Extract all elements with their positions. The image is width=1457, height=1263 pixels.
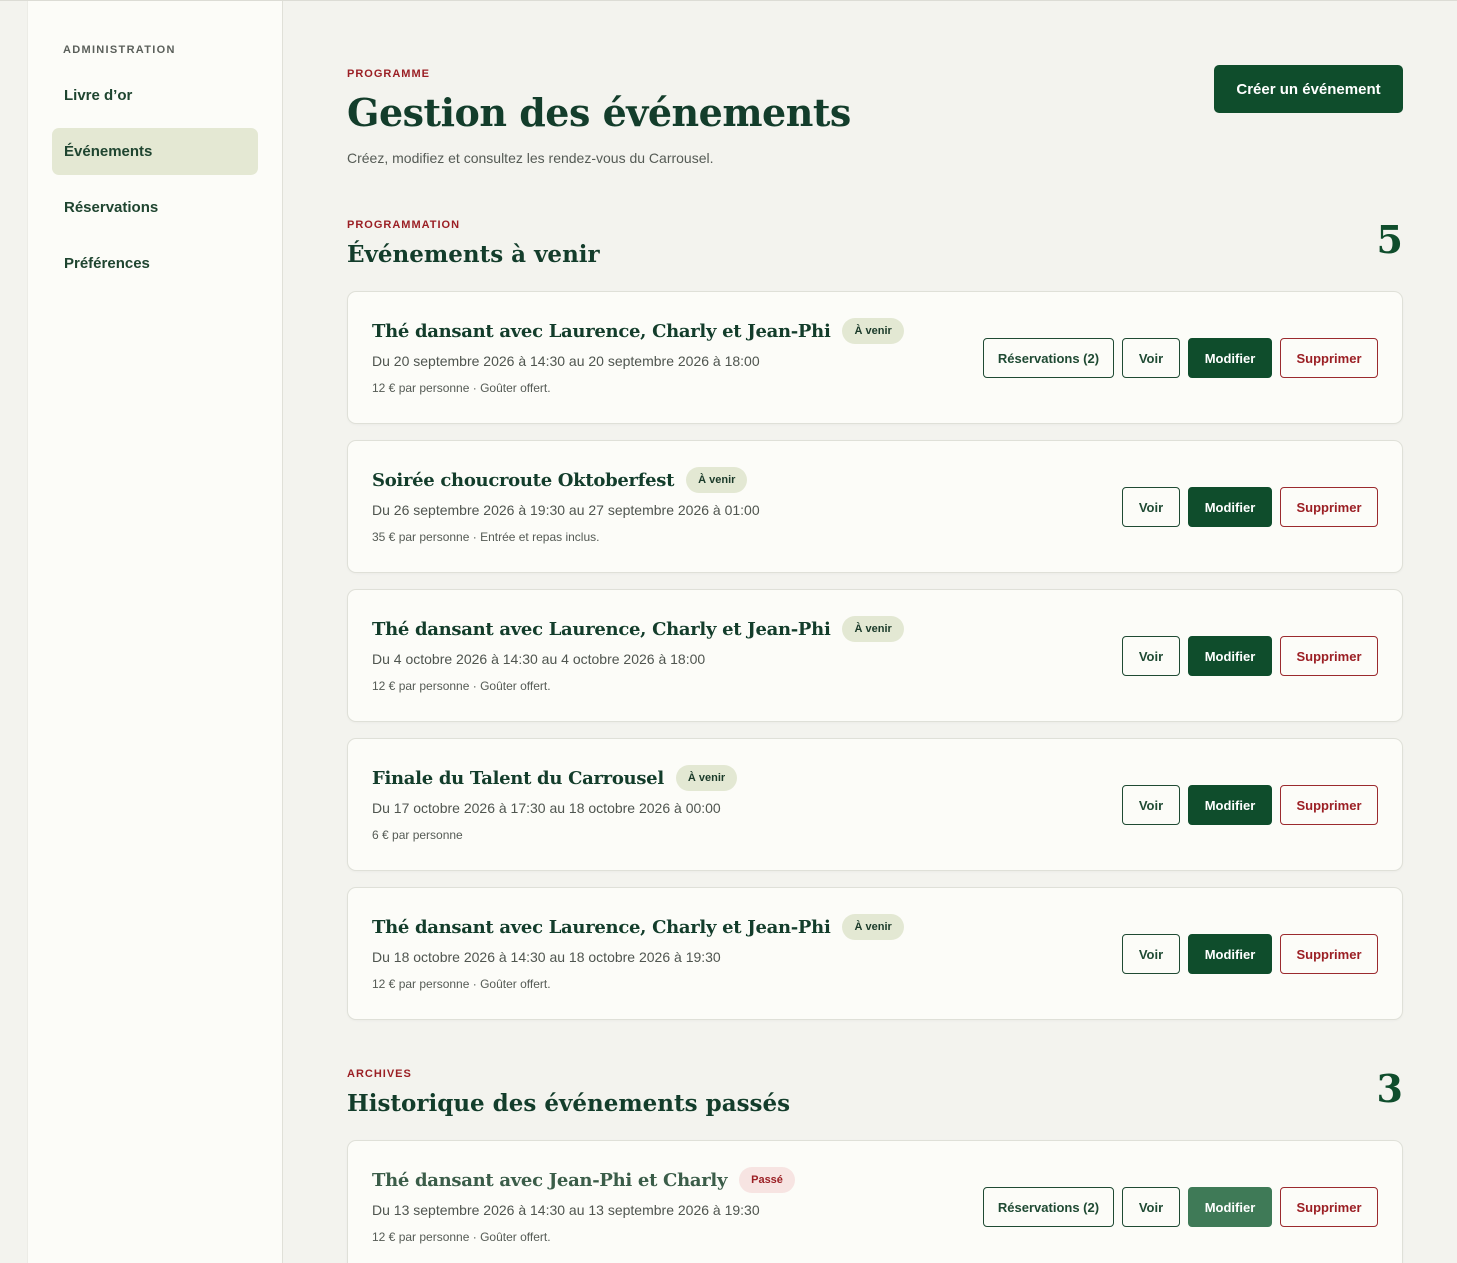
event-card: Soirée choucroute Oktoberfest À venir Du… — [347, 440, 1403, 573]
delete-button[interactable]: Supprimer — [1280, 934, 1378, 974]
event-dates: Du 20 septembre 2026 à 14:30 au 20 septe… — [372, 353, 760, 369]
event-card: Thé dansant avec Laurence, Charly et Jea… — [347, 291, 1403, 424]
sidebar-heading: ADMINISTRATION — [63, 44, 176, 56]
event-info: 12 € par personne · Goûter offert. — [372, 679, 551, 693]
view-button[interactable]: Voir — [1122, 934, 1180, 974]
sidebar-item-livre-dor[interactable]: Livre d’or — [52, 72, 258, 119]
sidebar-item-evenements[interactable]: Événements — [52, 128, 258, 175]
event-dates: Du 26 septembre 2026 à 19:30 au 27 septe… — [372, 502, 760, 518]
status-badge: À venir — [686, 467, 748, 493]
edit-button[interactable]: Modifier — [1188, 487, 1272, 527]
edit-button[interactable]: Modifier — [1188, 338, 1272, 378]
create-event-button[interactable]: Créer un événement — [1214, 65, 1403, 113]
delete-button[interactable]: Supprimer — [1280, 487, 1378, 527]
status-badge: À venir — [842, 914, 904, 940]
view-button[interactable]: Voir — [1122, 785, 1180, 825]
event-title: Thé dansant avec Laurence, Charly et Jea… — [372, 916, 831, 938]
event-title: Finale du Talent du Carrousel — [372, 767, 664, 789]
status-badge: À venir — [675, 765, 738, 791]
delete-button[interactable]: Supprimer — [1280, 785, 1378, 825]
delete-button[interactable]: Supprimer — [1280, 338, 1378, 378]
event-title: Thé dansant avec Laurence, Charly et Jea… — [372, 618, 831, 640]
event-title: Thé dansant avec Jean-Phi et Charly — [372, 1169, 728, 1191]
sidebar-item-preferences[interactable]: Préférences — [52, 240, 258, 287]
view-button[interactable]: Voir — [1122, 338, 1180, 378]
edit-button[interactable]: Modifier — [1188, 934, 1272, 974]
upcoming-section-title: Événements à venir — [347, 241, 600, 268]
event-card: Finale du Talent du Carrousel À venir Du… — [347, 738, 1403, 871]
status-badge: Passé — [739, 1167, 795, 1193]
event-dates: Du 13 septembre 2026 à 14:30 au 13 septe… — [372, 1202, 760, 1218]
archives-count: 3 — [1376, 1066, 1403, 1111]
delete-button[interactable]: Supprimer — [1280, 636, 1378, 676]
event-dates: Du 18 octobre 2026 à 14:30 au 18 octobre… — [372, 949, 721, 965]
archives-section-title: Historique des événements passés — [347, 1090, 791, 1117]
event-dates: Du 4 octobre 2026 à 14:30 au 4 octobre 2… — [372, 651, 706, 667]
reservations-button[interactable]: Réservations (2) — [983, 1187, 1114, 1227]
event-card: Thé dansant avec Laurence, Charly et Jea… — [347, 887, 1403, 1020]
reservations-button[interactable]: Réservations (2) — [983, 338, 1114, 378]
page-eyebrow: PROGRAMME — [347, 68, 430, 80]
main-content: PROGRAMME Gestion des événements Créez, … — [347, 0, 1403, 1263]
event-info: 35 € par personne · Entrée et repas incl… — [372, 530, 600, 544]
view-button[interactable]: Voir — [1122, 487, 1180, 527]
event-info: 6 € par personne — [372, 828, 463, 842]
status-badge: À venir — [842, 318, 904, 344]
event-dates: Du 17 octobre 2026 à 17:30 au 18 octobre… — [372, 800, 721, 816]
event-info: 12 € par personne · Goûter offert. — [372, 1230, 551, 1244]
page-title: Gestion des événements — [347, 90, 851, 135]
upcoming-eyebrow: PROGRAMMATION — [347, 219, 461, 231]
sidebar-item-reservations[interactable]: Réservations — [52, 184, 258, 231]
edit-button[interactable]: Modifier — [1188, 636, 1272, 676]
event-title: Thé dansant avec Laurence, Charly et Jea… — [372, 320, 831, 342]
view-button[interactable]: Voir — [1122, 1187, 1180, 1227]
past-event-card: Thé dansant avec Jean-Phi et Charly Pass… — [347, 1140, 1403, 1263]
sidebar: ADMINISTRATION Livre d’or Événements Rés… — [27, 1, 283, 1263]
edit-button[interactable]: Modifier — [1188, 785, 1272, 825]
event-info: 12 € par personne · Goûter offert. — [372, 381, 551, 395]
view-button[interactable]: Voir — [1122, 636, 1180, 676]
event-card: Thé dansant avec Laurence, Charly et Jea… — [347, 589, 1403, 722]
page-subtitle: Créez, modifiez et consultez les rendez-… — [347, 150, 714, 166]
event-info: 12 € par personne · Goûter offert. — [372, 977, 551, 991]
event-title: Soirée choucroute Oktoberfest — [372, 469, 675, 491]
delete-button[interactable]: Supprimer — [1280, 1187, 1378, 1227]
upcoming-count: 5 — [1376, 217, 1403, 262]
archives-eyebrow: ARCHIVES — [347, 1068, 412, 1080]
status-badge: À venir — [842, 616, 904, 642]
edit-button[interactable]: Modifier — [1188, 1187, 1272, 1227]
